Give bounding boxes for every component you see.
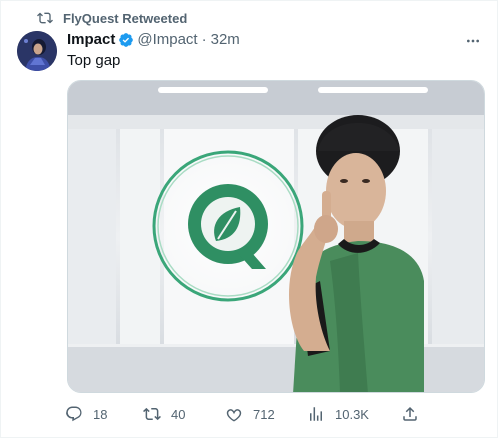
like-button[interactable]: 712 [225,405,275,423]
more-icon [467,39,479,43]
heart-icon [226,409,242,422]
tweet-text: Top gap [67,52,121,69]
retweet-button[interactable]: 40 [143,405,185,423]
reply-count: 18 [93,406,108,422]
more-options-button[interactable] [463,31,483,51]
reply-button[interactable]: 18 [65,405,107,423]
tweet-header: Impact @Impact · 32m [67,31,240,48]
tweet-timestamp[interactable]: 32m [211,31,240,48]
like-count: 712 [253,406,275,422]
views-count: 10.3K [335,406,369,422]
analytics-icon [310,407,322,421]
tweet-card[interactable]: FlyQuest Retweeted Impact @Impact · 32m … [0,0,498,438]
retweet-count: 40 [171,406,186,422]
tweet-photo[interactable] [67,80,485,393]
retweet-context[interactable]: FlyQuest Retweeted [37,10,187,26]
share-button[interactable] [401,405,429,423]
author-name[interactable]: Impact [67,31,115,48]
views-button[interactable]: 10.3K [307,405,369,423]
separator-dot: · [201,31,207,48]
reply-icon [66,406,82,422]
retweet-icon [37,12,53,24]
photo-image [68,81,484,392]
avatar[interactable] [17,31,57,71]
retweet-text: FlyQuest Retweeted [63,10,188,26]
share-icon [403,406,417,421]
retweet-icon [143,407,161,421]
tweet-actions: 18 40 712 10.3K [65,405,425,425]
verified-badge-icon [119,32,134,47]
author-handle[interactable]: @Impact [137,31,197,48]
